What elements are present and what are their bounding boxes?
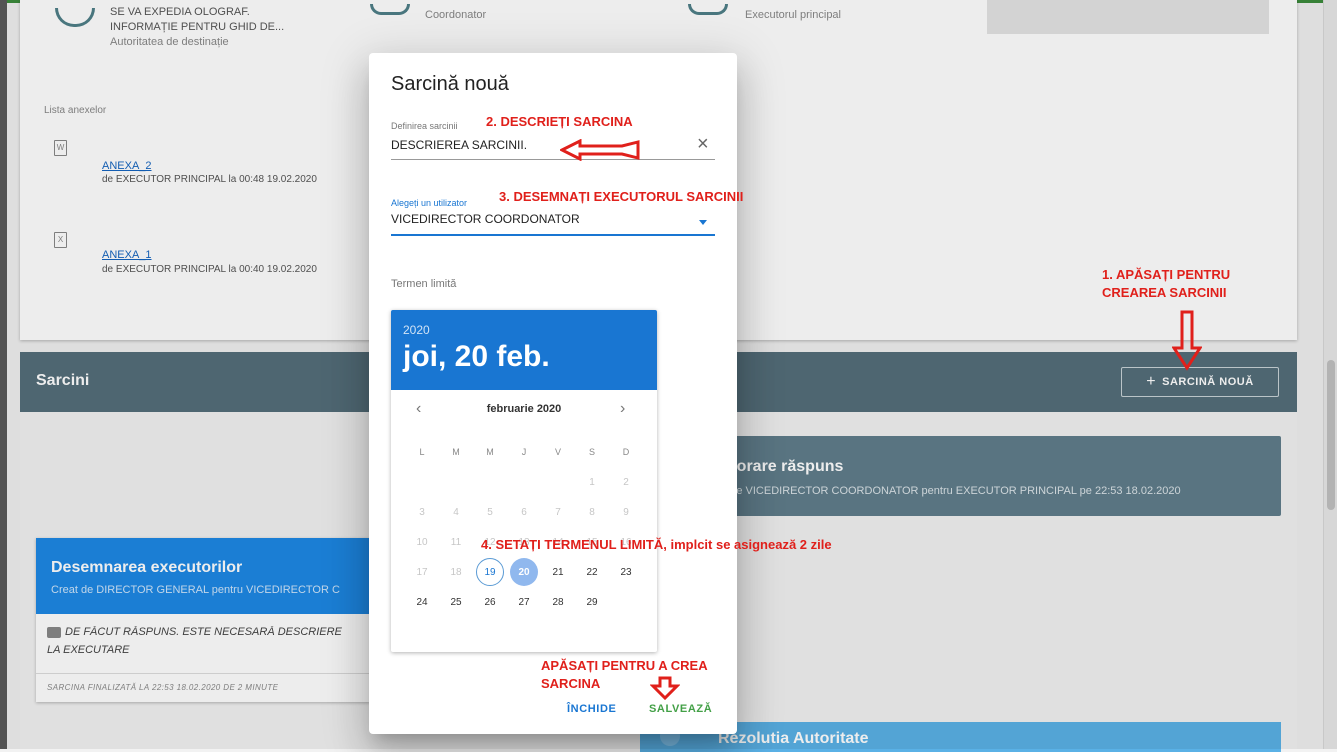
calendar-day-label: 11	[450, 536, 462, 548]
calendar-day[interactable]: 22	[575, 557, 609, 587]
calendar-empty-cell	[507, 467, 541, 497]
calendar-day-label: 6	[521, 506, 527, 518]
calendar-day: 4	[439, 497, 473, 527]
annotation-step1-line1: 1. APĂSAȚI PENTRU	[1102, 267, 1231, 282]
calendar-day[interactable]: 26	[473, 587, 507, 617]
calendar-day: 1	[575, 467, 609, 497]
calendar-day: 17	[405, 557, 439, 587]
calendar-empty-cell	[541, 467, 575, 497]
calendar-day: 2	[609, 467, 643, 497]
calendar-day: 10	[405, 527, 439, 557]
calendar-empty-cell	[473, 467, 507, 497]
annotation-step2: 2. DESCRIEȚI SARCINA	[486, 114, 633, 129]
calendar-empty-cell	[405, 467, 439, 497]
definition-underline	[391, 159, 715, 160]
annotation-step3: 3. DESEMNAȚI EXECUTORUL SARCINII	[499, 189, 744, 204]
new-task-dialog: Sarcină nouă Definirea sarcinii DESCRIER…	[369, 53, 737, 734]
calendar-day-label: 25	[450, 596, 462, 608]
calendar-day[interactable]: 19	[473, 557, 507, 587]
calendar-day[interactable]: 28	[541, 587, 575, 617]
calendar-day[interactable]: 20	[507, 557, 541, 587]
calendar-day-label: 3	[419, 506, 425, 518]
date-picker-year[interactable]: 2020	[403, 323, 430, 337]
save-button[interactable]: SALVEAZĂ	[649, 703, 712, 715]
calendar-day-label: 27	[518, 596, 530, 608]
close-button[interactable]: ÎNCHIDE	[567, 703, 616, 715]
calendar-day[interactable]: 23	[609, 557, 643, 587]
calendar-day-label: 22	[586, 566, 598, 578]
weekday-label: S	[588, 447, 595, 457]
calendar-day: 3	[405, 497, 439, 527]
task-definition-input[interactable]: DESCRIEREA SARCINII.	[391, 138, 527, 152]
annotation-save-line1: APĂSAȚI PENTRU A CREA	[541, 658, 708, 673]
annotation-save-line2: SARCINA	[541, 676, 601, 691]
user-label: Alegeți un utilizator	[391, 198, 468, 208]
weekday-label: M	[452, 447, 460, 457]
calendar-day-label: 1	[589, 476, 595, 488]
calendar-day-label: 17	[416, 566, 428, 578]
arrow-down-icon	[1172, 310, 1202, 371]
calendar-day[interactable]: 25	[439, 587, 473, 617]
calendar-day-label: 29	[586, 596, 598, 608]
calendar-day-label: 24	[416, 596, 428, 608]
weekday-label: L	[419, 447, 425, 457]
calendar-day: 18	[439, 557, 473, 587]
date-picker-selected-date: joi, 20 feb.	[403, 340, 550, 373]
calendar-day: 7	[541, 497, 575, 527]
calendar-day[interactable]: 27	[507, 587, 541, 617]
calendar-day-label: 18	[450, 566, 462, 578]
arrow-left-icon	[560, 139, 640, 161]
definition-label: Definirea sarcinii	[391, 121, 458, 131]
weekday-label: D	[622, 447, 630, 457]
calendar-grid: L M M J V S D 1 2 3 4 5 6 7 8 9 10 11 12 13 14 15 16 17 18 19 20 21…	[405, 437, 645, 617]
calendar-day-label: 7	[555, 506, 561, 518]
next-month-icon[interactable]: ›	[620, 400, 625, 418]
calendar-day[interactable]: 29	[575, 587, 609, 617]
user-underline	[391, 234, 715, 236]
calendar-day-label: 4	[453, 506, 459, 518]
calendar-day-label: 26	[484, 596, 496, 608]
calendar-day-label: 23	[620, 566, 632, 578]
date-picker-header: 2020 joi, 20 feb.	[391, 310, 657, 390]
dropdown-arrow-icon[interactable]	[699, 220, 707, 225]
calendar-day-label: 8	[589, 506, 595, 518]
calendar-day-label: 2	[623, 476, 629, 488]
calendar-day-label: 21	[552, 566, 564, 578]
calendar-day: 8	[575, 497, 609, 527]
arrow-down-icon	[650, 676, 680, 700]
dialog-title: Sarcină nouă	[391, 73, 509, 95]
calendar-empty-cell	[439, 467, 473, 497]
calendar-day: 9	[609, 497, 643, 527]
calendar-day: 6	[507, 497, 541, 527]
calendar-day-label: 9	[623, 506, 629, 518]
annotation-step1-line2: CREAREA SARCINII	[1102, 285, 1227, 300]
date-picker-month: februarie 2020	[486, 403, 562, 415]
calendar-day-label: 19	[476, 558, 504, 586]
clear-icon[interactable]: ×	[697, 133, 709, 156]
calendar-day[interactable]: 21	[541, 557, 575, 587]
weekday-label: V	[554, 447, 561, 457]
deadline-label: Termen limită	[391, 278, 457, 290]
date-picker: 2020 joi, 20 feb. ‹ februarie 2020 › LMM…	[391, 310, 657, 652]
calendar-day-label: 5	[487, 506, 493, 518]
calendar-day-label: 28	[552, 596, 564, 608]
weekday-label: J	[521, 447, 527, 457]
calendar-day-label: 10	[416, 536, 428, 548]
calendar-day: 5	[473, 497, 507, 527]
calendar-day: 11	[439, 527, 473, 557]
weekday-label: M	[486, 447, 494, 457]
calendar-empty-cell	[609, 587, 643, 617]
user-select[interactable]: VICEDIRECTOR COORDONATOR	[391, 212, 580, 226]
calendar-day-label: 20	[510, 558, 538, 586]
annotation-step4: 4. SETAȚI TERMENUL LIMITĂ, implcit se as…	[481, 537, 832, 552]
calendar-day[interactable]: 24	[405, 587, 439, 617]
